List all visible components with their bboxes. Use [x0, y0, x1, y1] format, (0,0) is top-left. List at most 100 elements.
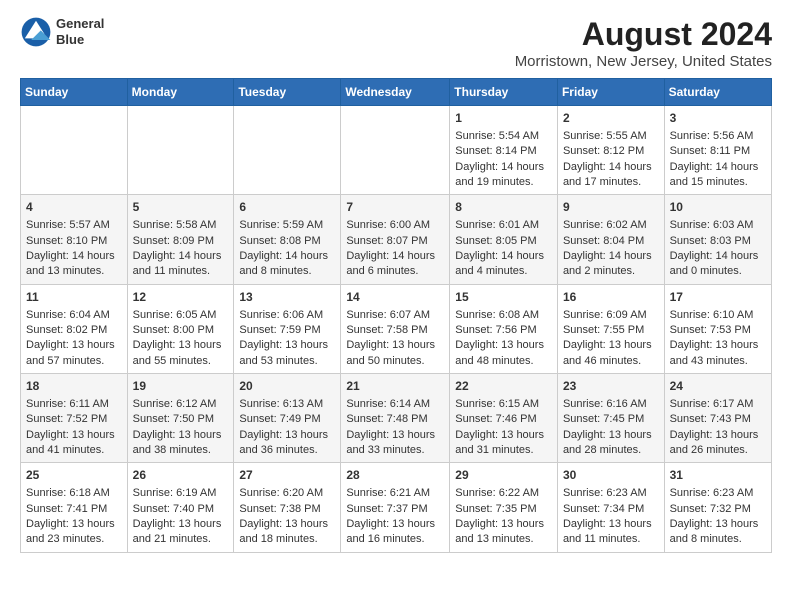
day-info: Sunrise: 6:14 AM — [346, 397, 444, 412]
day-info: Daylight: 14 hours — [346, 249, 444, 264]
day-info: Daylight: 13 hours — [133, 517, 229, 532]
weekday-header-wednesday: Wednesday — [341, 79, 450, 106]
page-header: General Blue August 2024 Morristown, New… — [20, 16, 772, 70]
day-number: 10 — [670, 199, 766, 216]
day-info: Sunrise: 6:12 AM — [133, 397, 229, 412]
day-info: Daylight: 13 hours — [239, 517, 335, 532]
day-info: Sunrise: 6:20 AM — [239, 486, 335, 501]
day-number: 29 — [455, 467, 552, 484]
day-info: Sunset: 7:45 PM — [563, 412, 659, 427]
day-info: Daylight: 13 hours — [133, 428, 229, 443]
calendar-cell: 27Sunrise: 6:20 AMSunset: 7:38 PMDayligh… — [234, 463, 341, 552]
day-info: Daylight: 13 hours — [239, 428, 335, 443]
day-info: and 36 minutes. — [239, 443, 335, 458]
calendar-cell: 18Sunrise: 6:11 AMSunset: 7:52 PMDayligh… — [21, 374, 128, 463]
day-number: 16 — [563, 289, 659, 306]
day-info: Sunset: 8:00 PM — [133, 323, 229, 338]
day-info: Sunrise: 6:05 AM — [133, 308, 229, 323]
day-info: and 28 minutes. — [563, 443, 659, 458]
calendar-subtitle: Morristown, New Jersey, United States — [515, 53, 772, 70]
day-info: Sunset: 8:03 PM — [670, 234, 766, 249]
day-info: Sunset: 7:52 PM — [26, 412, 122, 427]
day-info: and 6 minutes. — [346, 264, 444, 279]
calendar-cell — [234, 106, 341, 195]
day-info: Daylight: 14 hours — [239, 249, 335, 264]
day-info: Sunrise: 6:10 AM — [670, 308, 766, 323]
day-info: and 0 minutes. — [670, 264, 766, 279]
day-info: Daylight: 13 hours — [670, 428, 766, 443]
logo: General Blue — [20, 16, 104, 48]
day-number: 7 — [346, 199, 444, 216]
day-number: 6 — [239, 199, 335, 216]
calendar-cell: 4Sunrise: 5:57 AMSunset: 8:10 PMDaylight… — [21, 195, 128, 284]
day-info: Sunrise: 6:17 AM — [670, 397, 766, 412]
calendar-cell: 23Sunrise: 6:16 AMSunset: 7:45 PMDayligh… — [557, 374, 664, 463]
day-info: and 8 minutes. — [239, 264, 335, 279]
calendar-cell: 29Sunrise: 6:22 AMSunset: 7:35 PMDayligh… — [450, 463, 558, 552]
calendar-cell: 15Sunrise: 6:08 AMSunset: 7:56 PMDayligh… — [450, 284, 558, 373]
day-info: Sunrise: 6:23 AM — [670, 486, 766, 501]
day-info: Sunset: 8:10 PM — [26, 234, 122, 249]
day-number: 14 — [346, 289, 444, 306]
day-info: Daylight: 13 hours — [26, 428, 122, 443]
day-info: and 19 minutes. — [455, 175, 552, 190]
day-info: and 50 minutes. — [346, 354, 444, 369]
day-info: Daylight: 13 hours — [346, 517, 444, 532]
day-info: and 26 minutes. — [670, 443, 766, 458]
day-info: Sunset: 7:59 PM — [239, 323, 335, 338]
day-number: 22 — [455, 378, 552, 395]
day-number: 13 — [239, 289, 335, 306]
calendar-cell: 25Sunrise: 6:18 AMSunset: 7:41 PMDayligh… — [21, 463, 128, 552]
calendar-cell: 21Sunrise: 6:14 AMSunset: 7:48 PMDayligh… — [341, 374, 450, 463]
day-info: Sunrise: 6:21 AM — [346, 486, 444, 501]
day-info: Daylight: 14 hours — [563, 249, 659, 264]
day-info: Daylight: 13 hours — [455, 517, 552, 532]
day-info: and 33 minutes. — [346, 443, 444, 458]
day-info: Daylight: 13 hours — [239, 338, 335, 353]
weekday-header-monday: Monday — [127, 79, 234, 106]
calendar-cell: 10Sunrise: 6:03 AMSunset: 8:03 PMDayligh… — [664, 195, 771, 284]
day-info: Daylight: 13 hours — [455, 338, 552, 353]
day-number: 8 — [455, 199, 552, 216]
day-number: 3 — [670, 110, 766, 127]
calendar-cell — [341, 106, 450, 195]
day-info: Sunrise: 6:19 AM — [133, 486, 229, 501]
day-info: and 48 minutes. — [455, 354, 552, 369]
day-info: Sunset: 8:07 PM — [346, 234, 444, 249]
calendar-cell: 16Sunrise: 6:09 AMSunset: 7:55 PMDayligh… — [557, 284, 664, 373]
day-info: and 2 minutes. — [563, 264, 659, 279]
day-info: Sunset: 7:49 PM — [239, 412, 335, 427]
title-block: August 2024 Morristown, New Jersey, Unit… — [515, 16, 772, 70]
day-info: Sunset: 7:37 PM — [346, 502, 444, 517]
day-number: 4 — [26, 199, 122, 216]
day-info: Sunset: 7:46 PM — [455, 412, 552, 427]
calendar-cell: 13Sunrise: 6:06 AMSunset: 7:59 PMDayligh… — [234, 284, 341, 373]
calendar-cell: 30Sunrise: 6:23 AMSunset: 7:34 PMDayligh… — [557, 463, 664, 552]
calendar-cell — [21, 106, 128, 195]
calendar-body: 1Sunrise: 5:54 AMSunset: 8:14 PMDaylight… — [21, 106, 772, 553]
day-number: 19 — [133, 378, 229, 395]
calendar-cell: 12Sunrise: 6:05 AMSunset: 8:00 PMDayligh… — [127, 284, 234, 373]
calendar-cell: 26Sunrise: 6:19 AMSunset: 7:40 PMDayligh… — [127, 463, 234, 552]
day-info: and 41 minutes. — [26, 443, 122, 458]
weekday-header-row: SundayMondayTuesdayWednesdayThursdayFrid… — [21, 79, 772, 106]
day-info: and 46 minutes. — [563, 354, 659, 369]
day-info: Sunrise: 5:54 AM — [455, 129, 552, 144]
day-info: Daylight: 14 hours — [133, 249, 229, 264]
calendar-cell: 1Sunrise: 5:54 AMSunset: 8:14 PMDaylight… — [450, 106, 558, 195]
day-info: Sunset: 8:08 PM — [239, 234, 335, 249]
day-info: and 13 minutes. — [26, 264, 122, 279]
day-info: Sunset: 8:05 PM — [455, 234, 552, 249]
day-info: Sunrise: 5:55 AM — [563, 129, 659, 144]
day-info: Sunset: 8:02 PM — [26, 323, 122, 338]
day-info: Daylight: 13 hours — [563, 428, 659, 443]
day-info: and 53 minutes. — [239, 354, 335, 369]
day-info: and 31 minutes. — [455, 443, 552, 458]
day-info: and 8 minutes. — [670, 532, 766, 547]
day-info: Sunset: 8:04 PM — [563, 234, 659, 249]
calendar-cell: 20Sunrise: 6:13 AMSunset: 7:49 PMDayligh… — [234, 374, 341, 463]
day-info: Sunset: 7:38 PM — [239, 502, 335, 517]
day-info: Daylight: 13 hours — [563, 338, 659, 353]
calendar-cell: 28Sunrise: 6:21 AMSunset: 7:37 PMDayligh… — [341, 463, 450, 552]
day-info: Sunset: 8:14 PM — [455, 144, 552, 159]
